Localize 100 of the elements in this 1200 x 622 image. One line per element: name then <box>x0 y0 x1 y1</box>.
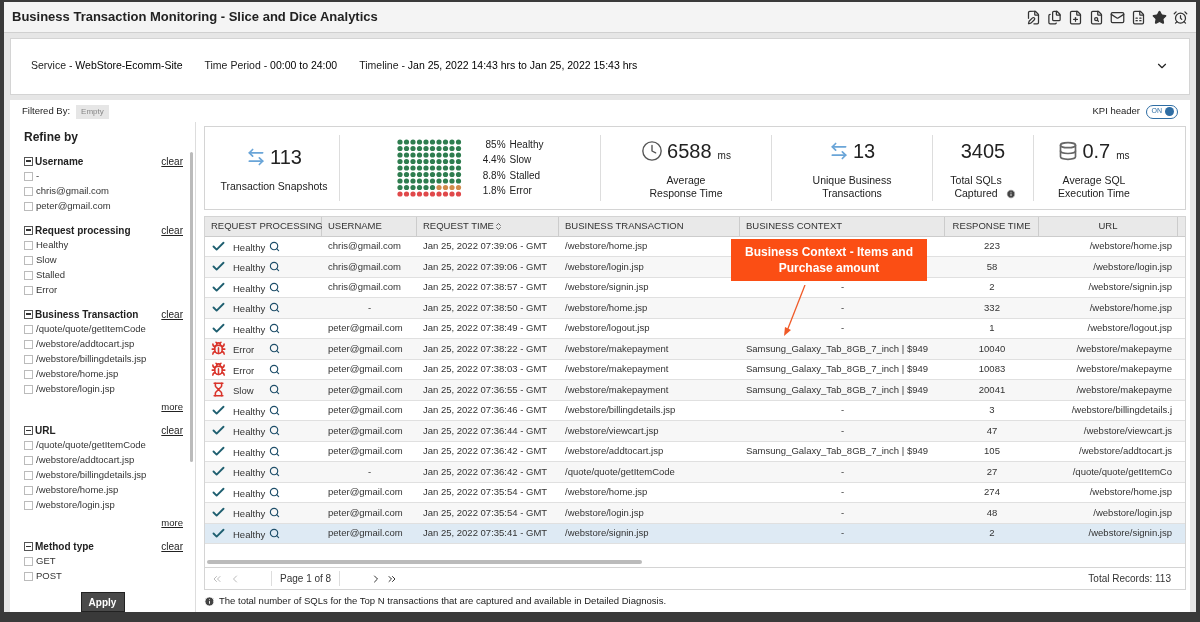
more-link[interactable]: more <box>161 399 183 414</box>
search-icon[interactable] <box>269 445 280 457</box>
table-cell: 105 <box>984 444 1000 459</box>
table-row[interactable]: Healthy - Jan 25, 2022 07:36:42 - GMT /quote/quote/getItemCode - 27 /quote/quote/getItemCo <box>205 462 1185 483</box>
clear-link[interactable]: clear <box>161 153 183 169</box>
search-icon[interactable] <box>269 261 280 273</box>
checkbox[interactable] <box>24 240 33 250</box>
collapse-toggle[interactable] <box>24 225 33 235</box>
table-row[interactable]: Slow peter@gmail.com Jan 25, 2022 07:36:55 - GMT /webstore/makepayment Samsung_Galaxy_Tab_8GB_7_inch | $949 20041 /webstore/makepayme <box>205 380 1185 401</box>
checkbox[interactable] <box>24 455 33 465</box>
clear-link[interactable]: clear <box>161 539 183 554</box>
more-link[interactable]: more <box>161 515 183 530</box>
checkbox[interactable] <box>24 171 33 181</box>
search-icon[interactable] <box>269 302 280 314</box>
callout-tooltip: Business Context - Items and Purchase amount <box>731 238 927 281</box>
table-cell: Jan 25, 2022 07:35:54 - GMT <box>423 485 548 500</box>
checkbox[interactable] <box>24 270 33 280</box>
filter-option: /webstore/login.jsp <box>36 381 115 397</box>
column-header[interactable]: RESPONSE TIME <box>945 216 1039 236</box>
table-row[interactable]: Healthy peter@gmail.com Jan 25, 2022 07:35:41 - GMT /webstore/signin.jsp - 2 /webstore/signin.jsp <box>205 523 1185 544</box>
scrollbar[interactable] <box>190 151 193 462</box>
checkbox[interactable] <box>24 285 33 295</box>
table-cell: Jan 25, 2022 07:38:49 - GMT <box>423 321 548 336</box>
search-icon[interactable] <box>269 527 280 539</box>
collapse-toggle[interactable] <box>24 542 33 551</box>
clear-link[interactable]: clear <box>161 422 183 438</box>
spreadsheet-icon[interactable] <box>1131 9 1146 25</box>
checkbox[interactable] <box>24 500 33 510</box>
checkbox[interactable] <box>24 572 33 581</box>
collapse-toggle[interactable] <box>24 156 33 166</box>
info-icon[interactable] <box>1005 188 1016 199</box>
table-row[interactable]: Healthy peter@gmail.com Jan 25, 2022 07:36:44 - GMT /webstore/viewcart.jsp - 47 /webstore/viewcart.js <box>205 421 1185 442</box>
column-header[interactable]: REQUEST TIME <box>417 216 559 236</box>
checkbox[interactable] <box>24 485 33 495</box>
checkbox[interactable] <box>24 384 33 394</box>
search-icon[interactable] <box>269 384 280 396</box>
table-cell: peter@gmail.com <box>328 403 403 418</box>
checkbox[interactable] <box>24 470 33 480</box>
table-cell: - <box>840 464 845 479</box>
filter-group-title: Method type <box>35 540 94 554</box>
checkbox[interactable] <box>24 339 33 349</box>
checkbox[interactable] <box>24 369 33 379</box>
filter-group-title: Request processing <box>35 223 131 238</box>
add-document-icon[interactable] <box>1068 9 1083 25</box>
checkbox[interactable] <box>24 255 33 265</box>
search-icon[interactable] <box>269 281 280 293</box>
window-title: Business Transaction Monitoring - Slice and Dice Analytics <box>12 8 378 27</box>
table-cell: 10083 <box>978 362 1006 377</box>
table-cell: chris@gmail.com <box>328 239 401 254</box>
search-icon[interactable] <box>269 322 280 334</box>
column-header[interactable]: BUSINESS CONTEXT <box>740 216 945 236</box>
documents-icon[interactable] <box>1047 9 1062 25</box>
edit-document-icon[interactable] <box>1026 9 1041 25</box>
collapse-toggle[interactable] <box>24 309 33 319</box>
search-document-icon[interactable] <box>1089 9 1104 25</box>
column-header[interactable]: BUSINESS TRANSACTION <box>559 216 740 236</box>
filter-option: GET <box>36 554 56 569</box>
table-cell: Jan 25, 2022 07:35:54 - GMT <box>423 505 548 520</box>
legend-percent: 1.8% <box>481 184 506 198</box>
table-row[interactable]: Healthy peter@gmail.com Jan 25, 2022 07:35:54 - GMT /webstore/login.jsp - 48 /webstore/login.jsp <box>205 503 1185 524</box>
mail-icon[interactable] <box>1110 9 1125 25</box>
search-icon[interactable] <box>269 404 280 416</box>
checkbox[interactable] <box>24 354 33 364</box>
kpi-label: Average SQL Execution Time <box>1058 173 1130 200</box>
search-icon[interactable] <box>269 507 280 519</box>
checkbox[interactable] <box>24 440 33 450</box>
table-cell: Jan 25, 2022 07:36:42 - GMT <box>423 444 548 459</box>
search-icon[interactable] <box>269 343 280 355</box>
search-icon[interactable] <box>269 363 280 375</box>
alarm-clock-icon[interactable] <box>1173 9 1188 25</box>
status-text: Healthy <box>233 281 267 296</box>
table-row[interactable]: Healthy - Jan 25, 2022 07:38:50 - GMT /webstore/home.jsp - 332 /webstore/home.jsp <box>205 298 1185 319</box>
horizontal-scrollbar[interactable] <box>207 560 642 564</box>
apply-button[interactable]: Apply <box>80 592 125 612</box>
search-icon[interactable] <box>269 486 280 498</box>
clear-link[interactable]: clear <box>161 222 183 238</box>
collapse-toggle[interactable] <box>24 425 33 435</box>
checkbox[interactable] <box>24 201 33 211</box>
search-icon[interactable] <box>269 425 280 437</box>
column-header[interactable]: URL <box>1039 216 1178 236</box>
table-cell: 3 <box>989 403 995 418</box>
clear-link[interactable]: clear <box>161 306 183 322</box>
table-cell: /webstore/signin.jsp <box>1088 526 1172 541</box>
checkbox[interactable] <box>24 186 33 196</box>
column-header[interactable]: REQUEST PROCESSING <box>205 216 322 236</box>
filter-option: /webstore/billingdetails.jsp <box>36 351 147 367</box>
header-info: Time Period - 00:00 to 24:00 <box>204 58 338 74</box>
table-row[interactable]: Error peter@gmail.com Jan 25, 2022 07:38:22 - GMT /webstore/makepayment Samsung_Galaxy_Tab_8GB_7_inch | $949 10040 /webstore/makepayme <box>205 339 1185 360</box>
table-row[interactable]: Error peter@gmail.com Jan 25, 2022 07:38:03 - GMT /webstore/makepayment Samsung_Galaxy_Tab_8GB_7_inch | $949 10083 /webstore/makepayme <box>205 359 1185 380</box>
sort-icon[interactable] <box>493 221 503 231</box>
checkbox[interactable] <box>24 324 33 334</box>
search-icon[interactable] <box>269 466 280 478</box>
table-cell: chris@gmail.com <box>328 280 401 295</box>
star-icon[interactable] <box>1152 9 1167 25</box>
search-icon[interactable] <box>269 240 280 252</box>
filter-tag: Empty <box>76 104 109 119</box>
table-cell: /quote/quote/getItemCode <box>565 464 675 479</box>
column-header[interactable]: USERNAME <box>322 216 417 236</box>
checkbox[interactable] <box>24 557 33 566</box>
status-text: Error <box>233 363 256 378</box>
